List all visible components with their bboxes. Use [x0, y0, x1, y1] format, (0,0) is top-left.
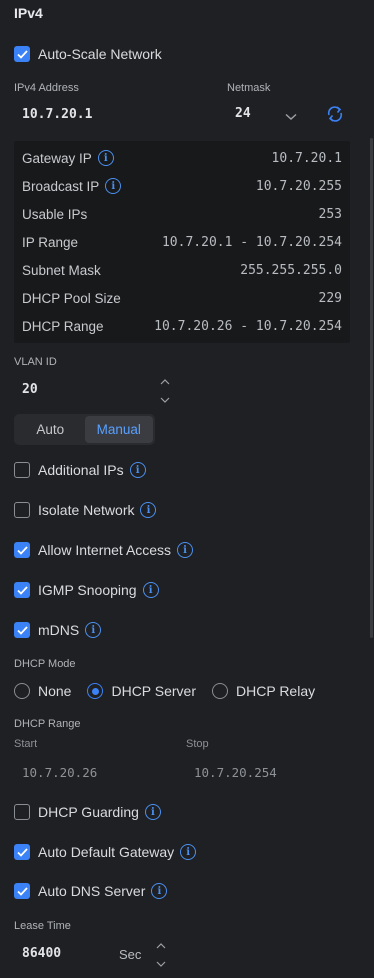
netmask-label: Netmask	[227, 82, 271, 94]
guarding-label: DHCP Guarding	[38, 804, 139, 820]
isolate-label: Isolate Network	[38, 502, 135, 518]
mdns-label: mDNS	[38, 622, 80, 638]
auto-scale-checkbox[interactable]	[14, 46, 30, 62]
stop-input[interactable]: 10.7.20.254	[194, 765, 277, 780]
radio-none[interactable]	[14, 683, 30, 699]
mdns-row[interactable]: mDNS i	[14, 620, 102, 640]
subnet-value: 255.255.255.0	[240, 262, 342, 278]
auto-gateway-row[interactable]: Auto Default Gateway i	[14, 842, 197, 862]
lease-stepper[interactable]	[154, 941, 168, 969]
refresh-icon[interactable]	[325, 104, 345, 127]
info-icon[interactable]: i	[105, 178, 122, 194]
lease-unit: Sec	[119, 947, 142, 962]
auto-scale-label: Auto-Scale Network	[38, 46, 162, 62]
ipv4-address-input[interactable]: 10.7.20.1	[22, 107, 92, 122]
dhcp-range-label: DHCP Range	[14, 718, 81, 730]
igmp-row[interactable]: IGMP Snooping i	[14, 580, 159, 600]
mdns-checkbox[interactable]	[14, 622, 30, 638]
manual-option[interactable]: Manual	[84, 416, 153, 443]
auto-gateway-checkbox[interactable]	[14, 844, 30, 860]
vlan-input[interactable]: 20	[22, 382, 38, 397]
dhcp-range-info-value: 10.7.20.26 - 10.7.20.254	[154, 318, 342, 334]
subnet-row: Subnet Mask 255.255.255.0	[22, 260, 342, 280]
vlan-label: VLAN ID	[14, 356, 57, 368]
subnet-label: Subnet Mask	[22, 262, 101, 278]
pool-value: 229	[318, 290, 342, 306]
guarding-checkbox[interactable]	[14, 804, 30, 820]
usable-value: 253	[318, 206, 342, 222]
start-input[interactable]: 10.7.20.26	[22, 765, 97, 780]
gateway-label: Gateway IP	[22, 150, 92, 166]
stop-label: Stop	[186, 738, 209, 750]
ipv4-address-label: IPv4 Address	[14, 82, 79, 94]
igmp-checkbox[interactable]	[14, 582, 30, 598]
radio-dhcp-relay[interactable]	[212, 683, 229, 699]
ip-range-label: IP Range	[22, 234, 79, 250]
pool-row: DHCP Pool Size 229	[22, 288, 342, 308]
broadcast-value: 10.7.20.255	[255, 178, 342, 194]
usable-row: Usable IPs 253	[22, 204, 342, 224]
ip-range-value: 10.7.20.1 - 10.7.20.254	[161, 234, 342, 250]
guarding-row[interactable]: DHCP Guarding i	[14, 802, 161, 822]
broadcast-row: Broadcast IP i 10.7.20.255	[22, 176, 342, 196]
radio-dhcp-relay-label: DHCP Relay	[236, 683, 316, 699]
radio-dhcp-server[interactable]	[87, 683, 104, 699]
gateway-value: 10.7.20.1	[271, 150, 342, 166]
ip-range-row: IP Range 10.7.20.1 - 10.7.20.254	[22, 232, 342, 252]
radio-dhcp-server-label: DHCP Server	[111, 683, 197, 699]
info-icon[interactable]: i	[97, 150, 114, 166]
additional-ips-row[interactable]: Additional IPs i	[14, 460, 146, 480]
network-info-panel: Gateway IP i 10.7.20.1 Broadcast IP i 10.7…	[14, 141, 350, 343]
auto-scale-row[interactable]: Auto-Scale Network	[14, 44, 162, 64]
auto-gateway-label: Auto Default Gateway	[38, 844, 175, 860]
info-icon[interactable]: i	[180, 844, 197, 860]
auto-dns-label: Auto DNS Server	[38, 883, 146, 899]
info-icon[interactable]: i	[142, 582, 159, 598]
info-icon[interactable]: i	[140, 502, 157, 518]
chevron-down-icon[interactable]	[285, 108, 297, 124]
broadcast-label: Broadcast IP	[22, 178, 100, 194]
isolate-row[interactable]: Isolate Network i	[14, 500, 157, 520]
auto-option[interactable]: Auto	[16, 416, 85, 443]
additional-ips-checkbox[interactable]	[14, 462, 30, 478]
internet-row[interactable]: Allow Internet Access i	[14, 540, 194, 560]
lease-time-label: Lease Time	[14, 920, 71, 932]
dhcp-mode-radio-group[interactable]: None DHCP Server DHCP Relay	[14, 682, 331, 700]
internet-label: Allow Internet Access	[38, 542, 172, 558]
dhcp-range-info-label: DHCP Range	[22, 318, 104, 334]
info-icon[interactable]: i	[129, 462, 146, 478]
dhcp-range-info-row: DHCP Range 10.7.20.26 - 10.7.20.254	[22, 316, 342, 336]
scrollbar-thumb[interactable]	[370, 138, 373, 638]
netmask-select[interactable]: 24	[235, 106, 251, 121]
section-title: IPv4	[14, 5, 43, 21]
igmp-label: IGMP Snooping	[38, 582, 137, 598]
additional-ips-label: Additional IPs	[38, 462, 124, 478]
info-icon[interactable]: i	[177, 542, 194, 558]
info-icon[interactable]: i	[151, 883, 168, 899]
info-icon[interactable]: i	[85, 622, 102, 638]
auto-dns-row[interactable]: Auto DNS Server i	[14, 881, 168, 901]
gateway-row: Gateway IP i 10.7.20.1	[22, 148, 342, 168]
isolate-checkbox[interactable]	[14, 502, 30, 518]
internet-checkbox[interactable]	[14, 542, 30, 558]
lease-time-input[interactable]: 86400	[22, 946, 61, 961]
start-label: Start	[14, 738, 38, 750]
vlan-stepper[interactable]	[158, 377, 172, 405]
usable-label: Usable IPs	[22, 206, 88, 222]
dhcp-mode-label: DHCP Mode	[14, 658, 76, 670]
pool-label: DHCP Pool Size	[22, 290, 121, 306]
auto-dns-checkbox[interactable]	[14, 883, 30, 899]
info-icon[interactable]: i	[144, 804, 161, 820]
auto-manual-toggle[interactable]: Auto Manual	[14, 414, 155, 445]
radio-none-label: None	[38, 683, 72, 699]
